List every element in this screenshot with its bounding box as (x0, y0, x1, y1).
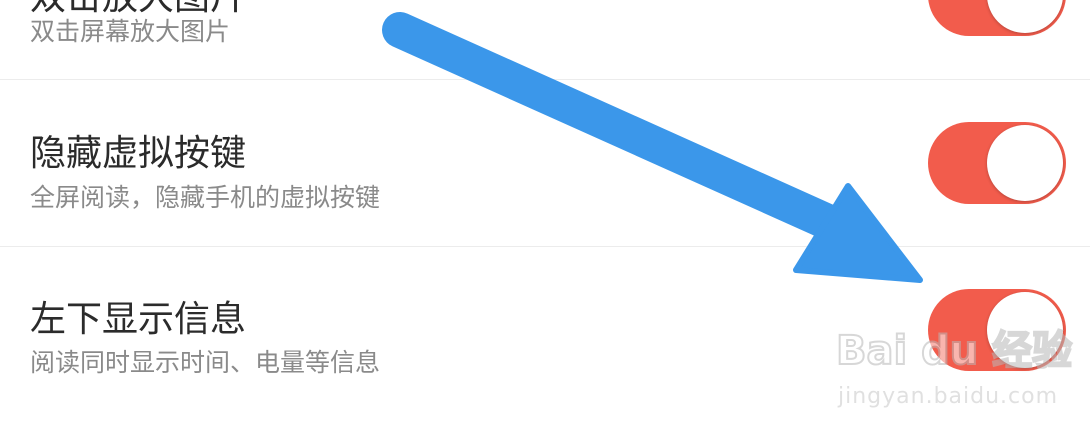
toggle-switch-hide-virtual-keys[interactable] (928, 122, 1066, 204)
setting-title: 隐藏虚拟按键 (30, 133, 247, 174)
setting-title: 左下显示信息 (30, 299, 247, 340)
toggle-switch-bottom-left-info[interactable] (928, 289, 1066, 371)
setting-title: 双击放大图片 (30, 0, 246, 18)
setting-row-hide-virtual-keys[interactable]: 隐藏虚拟按键 全屏阅读，隐藏手机的虚拟按键 (0, 80, 1090, 246)
toggle-knob (987, 125, 1063, 201)
setting-row-bottom-left-info[interactable]: 左下显示信息 阅读同时显示时间、电量等信息 (0, 247, 1090, 413)
setting-subtitle: 双击屏幕放大图片 (30, 17, 231, 46)
toggle-switch-double-tap-zoom[interactable] (928, 0, 1066, 36)
settings-screen: 双击放大图片 双击屏幕放大图片 隐藏虚拟按键 全屏阅读，隐藏手机的虚拟按键 左下… (0, 0, 1090, 440)
toggle-knob (987, 0, 1063, 33)
setting-row-double-tap-zoom[interactable]: 双击放大图片 双击屏幕放大图片 (0, 0, 1090, 80)
setting-subtitle: 全屏阅读，隐藏手机的虚拟按键 (30, 183, 381, 212)
toggle-knob (987, 292, 1063, 368)
setting-subtitle: 阅读同时显示时间、电量等信息 (30, 348, 381, 377)
